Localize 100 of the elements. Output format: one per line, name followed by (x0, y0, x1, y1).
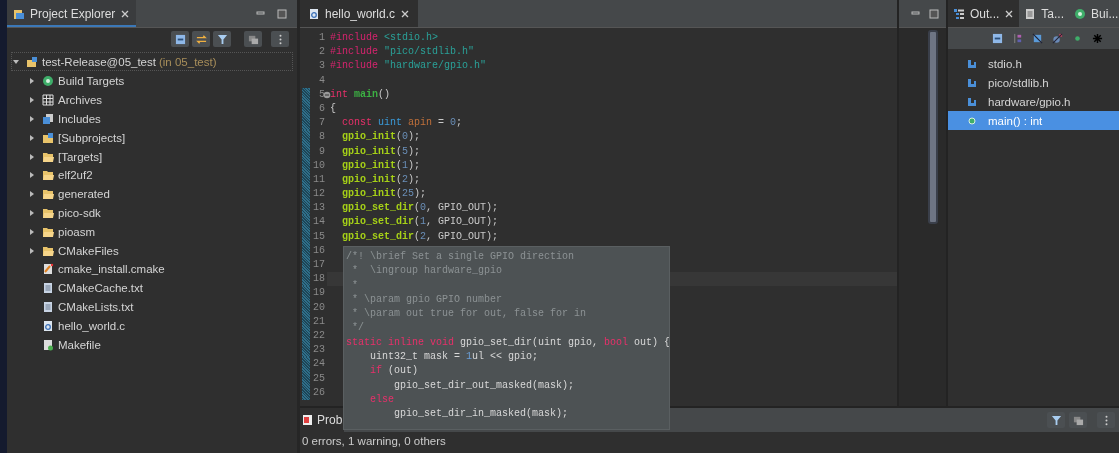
tree-item[interactable]: elf2uf2 (11, 166, 293, 185)
code-line: #include "pico/stdlib.h" (330, 45, 475, 60)
outline-icon (953, 7, 965, 20)
code-line: if (out) (369, 365, 419, 377)
outline-item[interactable]: hardware/gpio.h (948, 92, 1119, 111)
expand-arrow-icon[interactable] (28, 115, 36, 123)
code-line: uint32_t mask = 1ul << gpio; (369, 351, 539, 363)
expand-arrow-icon[interactable] (28, 246, 36, 255)
filter-button[interactable] (1047, 412, 1066, 428)
tree-item[interactable]: [Targets] (11, 147, 293, 166)
expand-arrow-icon[interactable] (28, 96, 36, 105)
close-icon[interactable] (120, 8, 131, 19)
makefile-icon (42, 338, 54, 351)
problems-icon (302, 414, 314, 426)
tree-item[interactable]: CMakeCache.txt (11, 278, 293, 298)
tree-item[interactable]: pioasm (11, 222, 293, 242)
expand-arrow-icon[interactable] (28, 133, 36, 142)
tree-item[interactable]: CMakeLists.txt (11, 297, 293, 317)
line-number: 7 (319, 117, 325, 129)
tree-item[interactable]: generated (11, 184, 293, 204)
folder-icon (42, 150, 54, 163)
folder-icon (42, 169, 54, 182)
folder-icon (42, 244, 54, 257)
filter-icon (1050, 414, 1062, 426)
filter-icon (216, 33, 228, 45)
editor-tab[interactable]: hello_world.c (300, 0, 419, 27)
line-number: 8 (319, 131, 325, 143)
code-line: const uint apin = 0; (341, 116, 463, 131)
collapse-icon (991, 33, 1003, 44)
line-number: 10 (313, 159, 325, 171)
target-icon (42, 75, 54, 88)
view-tab[interactable]: Out... (948, 0, 1020, 27)
code-line: static inline void gpio_set_dir(uint gpio, bool out) { (346, 336, 669, 348)
line-number: 2 (319, 46, 325, 58)
expand-arrow-icon[interactable] (28, 208, 36, 217)
tree-item[interactable]: Archives (11, 90, 293, 110)
collapse-all-button[interactable] (171, 31, 189, 47)
view-button[interactable] (244, 31, 262, 47)
maximize-icon[interactable] (928, 7, 940, 20)
crossed-square-icon (1031, 33, 1043, 44)
outline-item[interactable]: pico/stdlib.h (948, 73, 1119, 92)
line-number: 15 (313, 230, 325, 242)
menu-button[interactable] (1097, 412, 1116, 428)
tree-item[interactable]: Makefile (11, 335, 293, 354)
scrollbar-thumb[interactable] (928, 30, 938, 224)
function-icon (966, 114, 978, 127)
collapse-icon (174, 33, 186, 45)
link-button[interactable] (192, 31, 210, 47)
code-line: /*! \brief Set a single GPIO direction (346, 251, 575, 262)
close-icon[interactable] (1004, 8, 1015, 19)
view-tab[interactable]: Bui... (1069, 0, 1119, 27)
text-file-icon (42, 300, 54, 313)
line-number: 1 (319, 32, 325, 43)
code-line: gpio_init(0); (341, 130, 421, 145)
includes-icon (42, 113, 54, 125)
tree-item[interactable]: CMakeFiles (11, 241, 293, 260)
code-line: gpio_set_dir_out_masked(mask); (393, 379, 575, 391)
expand-arrow-icon[interactable] (28, 152, 36, 161)
asterisk-icon (1091, 33, 1103, 44)
expand-arrow-icon[interactable] (12, 57, 20, 66)
fold-icon[interactable] (323, 90, 331, 99)
tree-item[interactable]: Includes (11, 109, 293, 129)
tree-item[interactable]: [Subprojects] (11, 128, 293, 148)
problems-summary: 0 errors, 1 warning, 0 others (301, 434, 447, 449)
grid-icon (42, 94, 54, 107)
expand-arrow-icon[interactable] (28, 190, 36, 199)
maximize-icon[interactable] (276, 7, 288, 20)
tree-item[interactable]: pico-sdk (11, 203, 293, 223)
include-icon (966, 57, 978, 70)
line-number: 12 (313, 188, 325, 200)
code-line: * \param gpio GPIO number (351, 293, 503, 305)
code-line: gpio_set_dir_in_masked(mask); (393, 408, 569, 420)
line-number: 19 (313, 287, 325, 299)
code-line: gpio_init(25); (341, 187, 427, 202)
tree-item[interactable]: cmake_install.cmake (11, 259, 293, 279)
line-number: 20 (313, 301, 325, 313)
outline-item[interactable]: stdio.h (948, 54, 1119, 73)
c-file-icon (308, 7, 320, 20)
view-tab[interactable]: Ta... (1019, 0, 1070, 27)
expand-arrow-icon[interactable] (28, 77, 36, 86)
close-icon[interactable] (400, 8, 411, 19)
filter-button[interactable] (213, 31, 231, 47)
expand-arrow-icon[interactable] (28, 227, 36, 236)
menu-button[interactable] (271, 31, 289, 47)
expand-arrow-icon[interactable] (28, 171, 36, 180)
code-line: gpio_set_dir(2, GPIO_OUT); (341, 229, 499, 244)
line-number: 18 (313, 273, 325, 285)
project-explorer-tab[interactable]: Project Explorer (7, 0, 137, 27)
tree-item[interactable]: test-Release@05_test (in 05_test) (11, 52, 293, 71)
problems-tab[interactable]: Prob (300, 408, 345, 432)
view-button[interactable] (1069, 412, 1088, 428)
tree-item[interactable]: hello_world.c (11, 316, 293, 336)
line-number: 13 (313, 202, 325, 214)
code-line: */ (351, 322, 364, 334)
line-number: 5 (319, 88, 325, 100)
tree-item[interactable]: Build Targets (11, 72, 293, 91)
line-number: 9 (319, 145, 325, 157)
project-icon (26, 55, 38, 68)
swap-arrows-icon (195, 33, 207, 45)
folder-icon (42, 225, 54, 238)
